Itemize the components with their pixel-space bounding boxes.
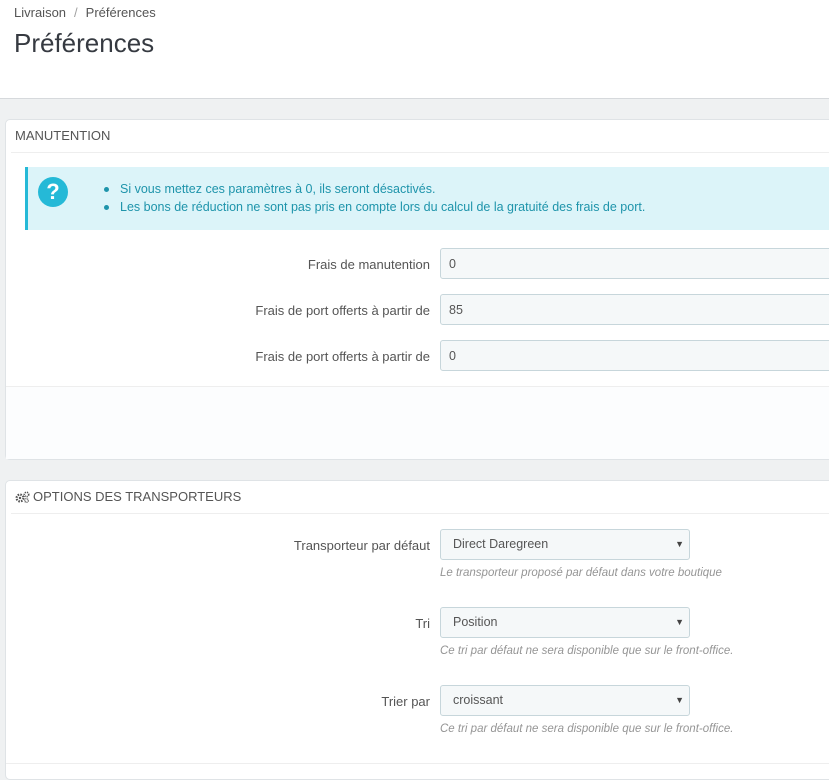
handling-fee-label: Frais de manutention [307, 257, 430, 272]
panel-heading-carriers: OPTIONS DES TRANSPORTEURS [11, 481, 829, 514]
breadcrumb: Livraison / Préférences [14, 5, 156, 20]
sort-value: Position [453, 615, 498, 629]
free-shipping-weight-input[interactable] [440, 340, 829, 371]
page-header: Livraison / Préférences Préférences [0, 0, 829, 99]
page-title: Préférences [14, 28, 155, 58]
sort-label: Tri [415, 616, 430, 631]
default-carrier-help: Le transporteur proposé par défaut dans … [440, 567, 722, 579]
panel-divider [6, 763, 829, 764]
sort-order-help: Ce tri par défaut ne sera disponible que… [440, 723, 734, 735]
panel-footer [6, 386, 829, 459]
breadcrumb-link-livraison[interactable]: Livraison [14, 5, 66, 20]
sort-order-value: croissant [453, 693, 504, 707]
free-shipping-price-label: Frais de port offerts à partir de [255, 303, 430, 318]
default-carrier-value: Direct Daregreen [453, 537, 549, 551]
info-alert: ? Si vous mettez ces paramètres à 0, ils… [25, 167, 829, 230]
caret-down-icon: ▼ [675, 539, 684, 549]
panel-heading-label: MANUTENTION [15, 128, 111, 143]
handling-panel: MANUTENTION ? Si vous mettez ces paramèt… [5, 119, 829, 460]
question-mark-icon: ? [38, 177, 68, 207]
sort-help: Ce tri par défaut ne sera disponible que… [440, 645, 734, 657]
info-item: Les bons de réduction ne sont pas pris e… [104, 198, 645, 216]
default-carrier-select[interactable]: Direct Daregreen ▼ [440, 529, 690, 560]
free-shipping-weight-label: Frais de port offerts à partir de [255, 349, 430, 364]
sort-order-select[interactable]: croissant ▼ [440, 685, 690, 716]
sort-select[interactable]: Position ▼ [440, 607, 690, 638]
free-shipping-price-input[interactable] [440, 294, 829, 325]
handling-fee-input[interactable] [440, 248, 829, 279]
caret-down-icon: ▼ [675, 617, 684, 627]
caret-down-icon: ▼ [675, 695, 684, 705]
sort-order-label: Trier par [381, 694, 430, 709]
gears-icon [15, 491, 30, 503]
carrier-options-panel: OPTIONS DES TRANSPORTEURS Transporteur p… [5, 480, 829, 780]
info-item: Si vous mettez ces paramètres à 0, ils s… [104, 180, 645, 198]
info-list: Si vous mettez ces paramètres à 0, ils s… [104, 180, 645, 216]
breadcrumb-separator: / [74, 5, 78, 20]
panel-heading-handling: MANUTENTION [11, 120, 829, 153]
panel-heading-label: OPTIONS DES TRANSPORTEURS [33, 489, 242, 504]
breadcrumb-current: Préférences [85, 5, 156, 20]
default-carrier-label: Transporteur par défaut [293, 538, 430, 553]
